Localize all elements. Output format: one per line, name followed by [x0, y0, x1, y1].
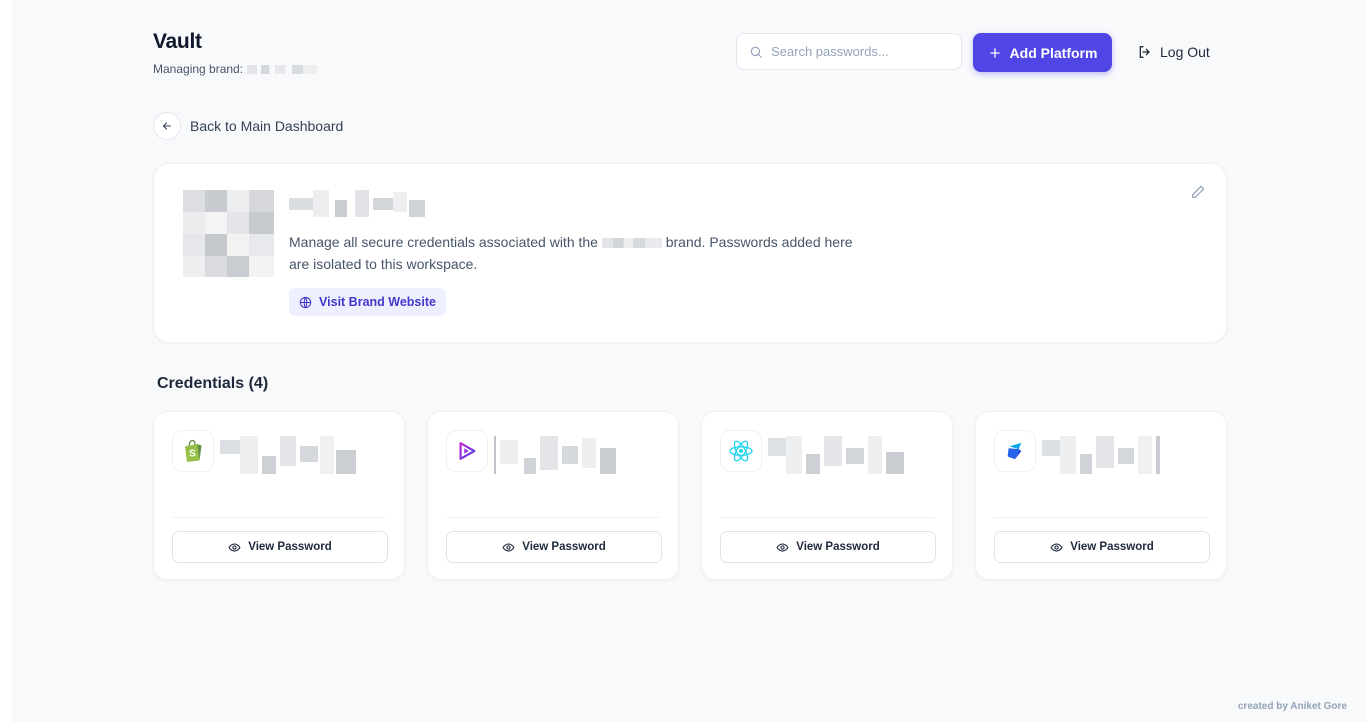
platform-icon-box: S	[172, 430, 214, 472]
brand-logo-redacted	[183, 190, 274, 277]
view-password-button[interactable]: View Password	[994, 531, 1210, 563]
card-divider	[172, 517, 386, 518]
search-box[interactable]	[736, 33, 962, 70]
platform-name-redacted	[220, 436, 356, 474]
credential-card: View Password	[427, 411, 679, 580]
eye-icon	[776, 542, 789, 552]
pencil-icon[interactable]	[1190, 184, 1206, 200]
redacted-brand-name	[247, 64, 318, 74]
platform-name-redacted	[1042, 436, 1178, 474]
back-label: Back to Main Dashboard	[190, 118, 344, 134]
add-platform-label: Add Platform	[1009, 44, 1098, 61]
credential-card: View Password	[975, 411, 1227, 580]
eye-icon	[228, 542, 241, 552]
search-input[interactable]	[771, 44, 951, 59]
globe-icon	[299, 296, 312, 308]
back-to-dashboard-link[interactable]: Back to Main Dashboard	[153, 112, 343, 140]
credentials-heading: Credentials (4)	[157, 375, 269, 392]
brand-description: Manage all secure credentials associated…	[289, 231, 869, 275]
card-divider	[994, 517, 1208, 518]
add-platform-button[interactable]: Add Platform	[973, 33, 1112, 72]
platform-icon-box	[720, 430, 762, 472]
page-title: Vault	[153, 30, 202, 53]
view-password-label: View Password	[796, 541, 880, 553]
plus-icon	[989, 47, 1000, 58]
eye-icon	[502, 542, 515, 552]
view-password-button[interactable]: View Password	[172, 531, 388, 563]
card-divider	[720, 517, 934, 518]
logout-button[interactable]: Log Out	[1137, 40, 1210, 64]
redacted-brand-inline	[601, 238, 662, 249]
shopify-icon: S	[185, 439, 202, 462]
view-password-label: View Password	[522, 541, 606, 553]
view-password-label: View Password	[248, 541, 332, 553]
description-prefix: Manage all secure credentials associated…	[289, 234, 598, 250]
platform-icon-box	[994, 430, 1036, 472]
view-password-button[interactable]: View Password	[446, 531, 662, 563]
brand-name-redacted	[289, 190, 425, 217]
credential-card: S View Password	[153, 411, 405, 580]
platform-name-redacted	[494, 436, 630, 474]
platform-name-redacted	[768, 436, 904, 474]
arrow-left-icon	[162, 122, 172, 130]
react-icon	[729, 440, 753, 462]
footer-credit: created by Aniket Gore	[1237, 701, 1347, 712]
visit-brand-website-button[interactable]: Visit Brand Website	[289, 288, 446, 316]
managing-brand-subtitle: Managing brand:	[153, 62, 318, 76]
platform-icon-box	[446, 430, 488, 472]
logout-icon	[1139, 46, 1150, 58]
view-password-label: View Password	[1070, 541, 1154, 553]
managing-brand-label: Managing brand:	[153, 62, 244, 76]
svg-text:S: S	[189, 449, 196, 460]
logout-label: Log Out	[1160, 44, 1210, 60]
visit-brand-label: Visit Brand Website	[319, 295, 436, 309]
main-container: Vault Managing brand: Add Platform Log O…	[153, 0, 1227, 722]
view-password-button[interactable]: View Password	[720, 531, 936, 563]
back-button-circle[interactable]	[153, 112, 181, 140]
card-divider	[446, 517, 660, 518]
eye-icon	[1050, 542, 1063, 552]
credential-card: View Password	[701, 411, 953, 580]
search-icon	[750, 46, 762, 58]
credentials-grid: S View Password View Password View Passw…	[153, 411, 1227, 580]
zoho-icon	[1007, 442, 1022, 460]
page-background: Vault Managing brand: Add Platform Log O…	[12, 0, 1366, 722]
brand-info-card: Manage all secure credentials associated…	[153, 163, 1227, 343]
play-icon	[459, 442, 476, 460]
